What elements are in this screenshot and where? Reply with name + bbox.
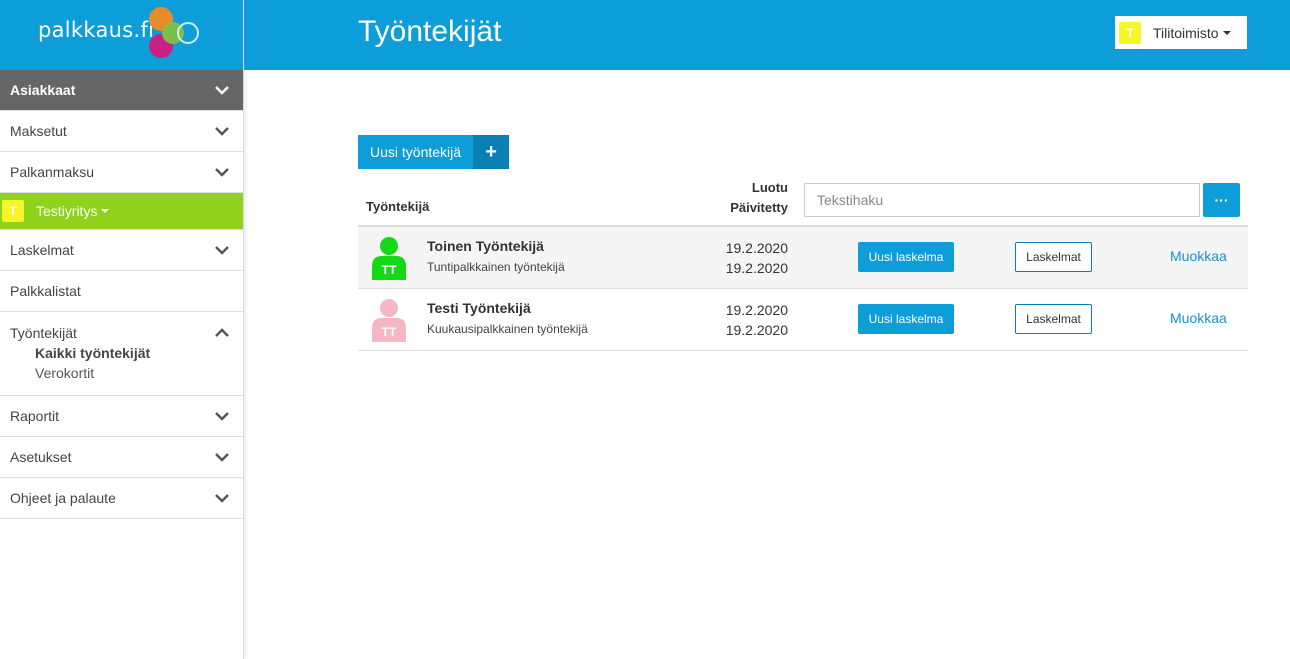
person-icon: TT	[372, 299, 406, 342]
chevron-down-icon	[215, 409, 229, 423]
calculations-button[interactable]: Laskelmat	[1015, 304, 1092, 334]
more-options-button[interactable]: ···	[1203, 183, 1240, 217]
updated-date: 19.2.2020	[725, 322, 788, 338]
sidebar-item-raportit[interactable]: Raportit	[0, 396, 243, 437]
sidebar-item-asetukset[interactable]: Asetukset	[0, 437, 243, 478]
chevron-up-icon	[215, 326, 229, 340]
chevron-down-icon	[215, 83, 229, 97]
employee-type: Tuntipalkkainen työntekijä	[427, 260, 565, 274]
updated-date: 19.2.2020	[725, 260, 788, 276]
created-date: 19.2.2020	[725, 302, 788, 318]
sidebar-item-asiakkaat[interactable]: Asiakkaat	[0, 70, 243, 111]
sidebar-item-laskelmat[interactable]: Laskelmat	[0, 230, 243, 271]
sidebar-item-label: Maksetut	[10, 123, 67, 139]
person-icon: TT	[372, 237, 406, 280]
sidebar-subitem-tax-cards[interactable]: Verokortit	[0, 363, 243, 383]
search-input[interactable]	[804, 183, 1200, 217]
employee-dates: 19.2.2020 19.2.2020	[688, 238, 788, 278]
sidebar-item-label: Raportit	[10, 408, 60, 424]
account-label: Tilitoimisto	[1153, 24, 1219, 41]
table-row: TT Testi Työntekijä Kuukausipalkkainen t…	[358, 289, 1248, 351]
logo-text: palkkaus.fi	[38, 18, 155, 42]
logo-area: palkkaus.fi	[0, 0, 243, 70]
caret-down-icon	[1222, 30, 1231, 35]
company-badge: T	[2, 200, 24, 222]
top-bar: Työntekijät T Tilitoimisto	[244, 0, 1290, 70]
chevron-down-icon	[215, 165, 229, 179]
new-employee-button[interactable]: Uusi työntekijä +	[358, 135, 510, 169]
account-switcher[interactable]: T Tilitoimisto	[1115, 16, 1247, 49]
new-employee-label: Uusi työntekijä	[358, 135, 474, 169]
sidebar-item-ohjeet[interactable]: Ohjeet ja palaute	[0, 478, 243, 519]
caret-down-icon	[101, 209, 110, 213]
sidebar-group-tyontekijat: Työntekijät Kaikki työntekijät Verokorti…	[0, 312, 243, 396]
svg-text:TT: TT	[382, 263, 397, 277]
sidebar-item-palkanmaksu[interactable]: Palkanmaksu	[0, 152, 243, 193]
column-header-employee: Työntekijä	[366, 199, 430, 214]
sidebar-item-label: Asiakkaat	[10, 82, 76, 98]
employee-dates: 19.2.2020 19.2.2020	[688, 300, 788, 340]
edit-link[interactable]: Muokkaa	[1170, 248, 1227, 264]
chevron-down-icon	[215, 243, 229, 257]
chevron-down-icon	[215, 124, 229, 138]
sidebar-subitem-all-employees[interactable]: Kaikki työntekijät	[0, 343, 243, 363]
sidebar-item-label: Laskelmat	[10, 242, 74, 258]
new-calculation-button[interactable]: Uusi laskelma	[858, 304, 954, 334]
column-header-created: Luotu	[751, 180, 788, 195]
sidebar-item-maksetut[interactable]: Maksetut	[0, 111, 243, 152]
sidebar: palkkaus.fi Asiakkaat Maksetut Palkanmak…	[0, 0, 244, 659]
employee-type: Kuukausipalkkainen työntekijä	[427, 322, 588, 336]
calculations-button[interactable]: Laskelmat	[1015, 242, 1092, 272]
sidebar-item-label: Palkanmaksu	[10, 164, 95, 180]
column-header-updated: Päivitetty	[730, 200, 788, 215]
logo-icon	[149, 7, 199, 58]
sidebar-item-label: Asetukset	[10, 449, 72, 465]
created-date: 19.2.2020	[725, 240, 788, 256]
svg-text:TT: TT	[382, 325, 397, 339]
sidebar-item-label: Palkkalistat	[10, 283, 81, 299]
sidebar-item-palkkalistat[interactable]: Palkkalistat	[0, 271, 243, 312]
chevron-down-icon	[215, 491, 229, 505]
company-switcher[interactable]: T Testiyritys	[0, 193, 243, 230]
sidebar-item-label: Työntekijät	[10, 324, 77, 341]
account-badge: T	[1119, 21, 1141, 44]
table-row: TT Toinen Työntekijä Tuntipalkkainen työ…	[358, 227, 1248, 289]
employee-name: Testi Työntekijä	[427, 300, 531, 316]
column-header-dates: Luotu Päivitetty	[700, 178, 788, 218]
sidebar-item-label: Ohjeet ja palaute	[10, 490, 116, 506]
plus-icon: +	[473, 135, 510, 169]
company-name: Testiyritys	[36, 203, 98, 219]
chevron-down-icon	[215, 450, 229, 464]
new-calculation-button[interactable]: Uusi laskelma	[858, 242, 954, 272]
edit-link[interactable]: Muokkaa	[1170, 310, 1227, 326]
employee-name: Toinen Työntekijä	[427, 238, 544, 254]
page-title: Työntekijät	[358, 15, 502, 48]
